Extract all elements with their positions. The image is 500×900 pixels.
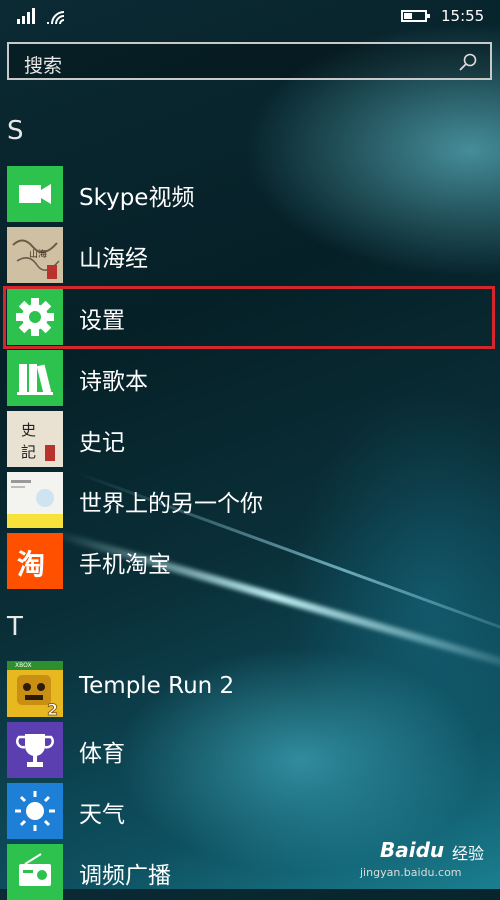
book-cover-icon: 山海: [7, 227, 63, 283]
app-label: 世界上的另一个你: [79, 491, 263, 517]
search-placeholder: 搜索: [24, 55, 63, 77]
app-label: 山海经: [79, 246, 148, 272]
video-camera-icon: [7, 166, 63, 222]
taobao-logo: 淘: [17, 548, 46, 581]
app-label: 诗歌本: [79, 369, 148, 395]
status-bar: 15:55: [0, 0, 500, 34]
app-item-shiji[interactable]: 史 記 史记: [7, 411, 494, 467]
book-cover-icon: [7, 472, 63, 528]
svg-text:史: 史: [21, 421, 36, 439]
app-label: Skype视频: [79, 185, 195, 211]
trophy-icon: [7, 722, 63, 778]
battery-icon: [401, 10, 430, 22]
clock: 15:55: [441, 7, 485, 25]
watermark-suffix: 经验: [452, 844, 485, 863]
baidu-jingyan-watermark: Baidu 经验 jingyan.baidu.com: [360, 836, 495, 886]
app-item-sports[interactable]: 体育: [7, 722, 494, 778]
game-icon: XBOX 2: [7, 661, 63, 717]
svg-text:山海: 山海: [29, 248, 47, 260]
highlight-box: [3, 286, 495, 349]
svg-text:記: 記: [21, 443, 36, 461]
search-input[interactable]: 搜索: [7, 42, 492, 80]
app-label: 天气: [79, 802, 125, 828]
app-item-temple-run[interactable]: XBOX 2 Temple Run 2: [7, 661, 494, 717]
app-item-shanhaijing[interactable]: 山海 山海经: [7, 227, 494, 283]
app-item-weather[interactable]: 天气: [7, 783, 494, 839]
taobao-icon: 淘: [7, 533, 63, 589]
baidu-logo: Baidu: [380, 838, 445, 862]
app-item-another-you[interactable]: 世界上的另一个你: [7, 472, 494, 528]
app-label: 调频广播: [79, 863, 171, 889]
radio-icon: [7, 844, 63, 900]
app-label: 史记: [79, 430, 125, 456]
search-icon[interactable]: [458, 52, 478, 72]
svg-text:2: 2: [47, 700, 58, 717]
sun-icon: [7, 783, 63, 839]
app-item-skype[interactable]: Skype视频: [7, 166, 494, 222]
app-item-poetry[interactable]: 诗歌本: [7, 350, 494, 406]
signal-strength-icon: [17, 8, 39, 24]
wifi-icon: [47, 11, 65, 25]
books-icon: [7, 350, 63, 406]
section-header-t[interactable]: T: [7, 612, 23, 642]
app-label: Temple Run 2: [79, 673, 235, 699]
app-label: 手机淘宝: [79, 552, 171, 578]
app-label: 体育: [79, 741, 125, 767]
book-cover-icon: 史 記: [7, 411, 63, 467]
watermark-url: jingyan.baidu.com: [360, 866, 462, 879]
app-item-taobao[interactable]: 淘 手机淘宝: [7, 533, 494, 589]
section-header-s[interactable]: S: [7, 116, 24, 146]
